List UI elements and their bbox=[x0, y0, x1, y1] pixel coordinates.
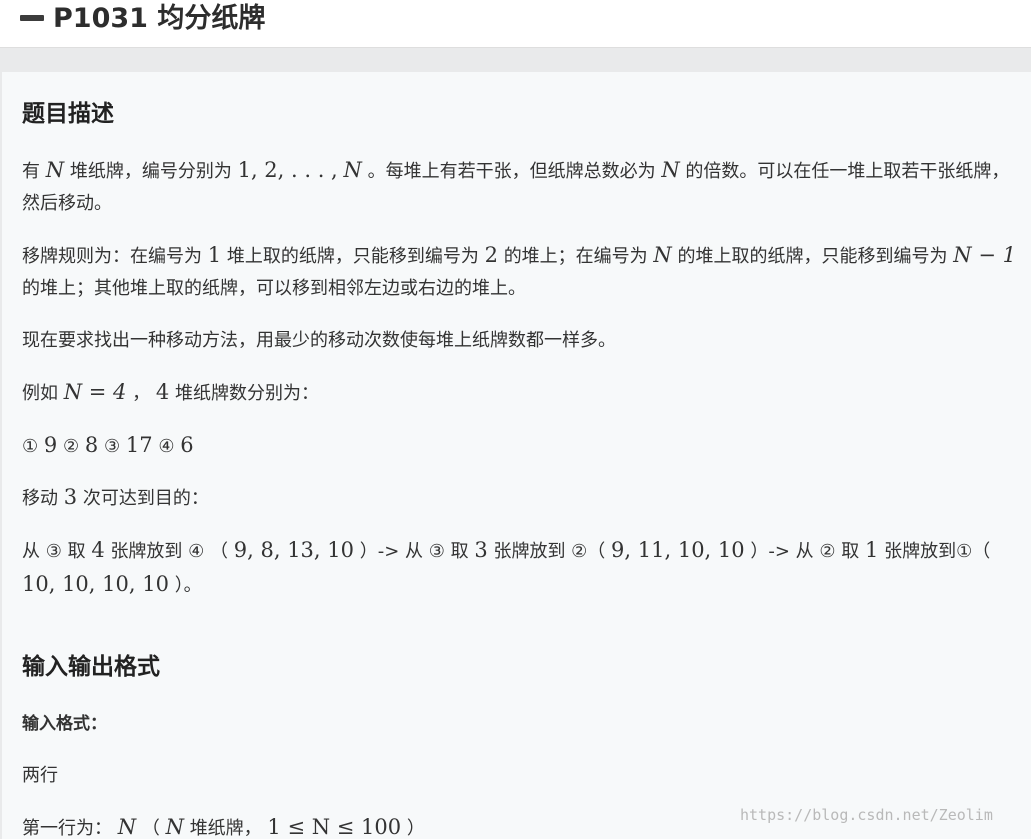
io-format-heading: 输入输出格式 bbox=[22, 654, 160, 680]
input-line-1: 两行 bbox=[22, 765, 58, 786]
description-paragraph-4: 例如 N = 4 ， 4 堆纸牌数分别为： bbox=[22, 380, 319, 404]
problem-content-panel: 题目描述 有 N 堆纸牌，编号分别为 1, 2, . . . , N 。每堆上有… bbox=[2, 72, 1031, 839]
description-paragraph-7: 从 ③ 取 4 张牌放到 ④ （ 9, 8, 13, 10 ）-> 从 ③ 取 … bbox=[22, 538, 991, 596]
dash-icon bbox=[20, 15, 44, 21]
input-format-label: 输入格式： bbox=[22, 714, 107, 734]
problem-header: P1031 均分纸牌 bbox=[0, 0, 1031, 48]
watermark-text: https://blog.csdn.net/Zeolim bbox=[740, 806, 993, 824]
description-paragraph-2: 移牌规则为：在编号为 1 堆上取的纸牌，只能移到编号为 2 的堆上；在编号为 N… bbox=[22, 243, 1016, 299]
description-paragraph-5: ① 9 ② 8 ③ 17 ④ 6 bbox=[22, 433, 194, 457]
description-paragraph-1: 有 N 堆纸牌，编号分别为 1, 2, . . . , N 。每堆上有若干张，但… bbox=[22, 158, 1010, 214]
description-heading: 题目描述 bbox=[22, 101, 114, 127]
problem-title: P1031 均分纸牌 bbox=[53, 3, 266, 34]
description-paragraph-3: 现在要求找出一种移动方法，用最少的移动次数使每堆上纸牌数都一样多。 bbox=[22, 330, 616, 351]
description-paragraph-6: 移动 3 次可达到目的： bbox=[22, 485, 209, 509]
